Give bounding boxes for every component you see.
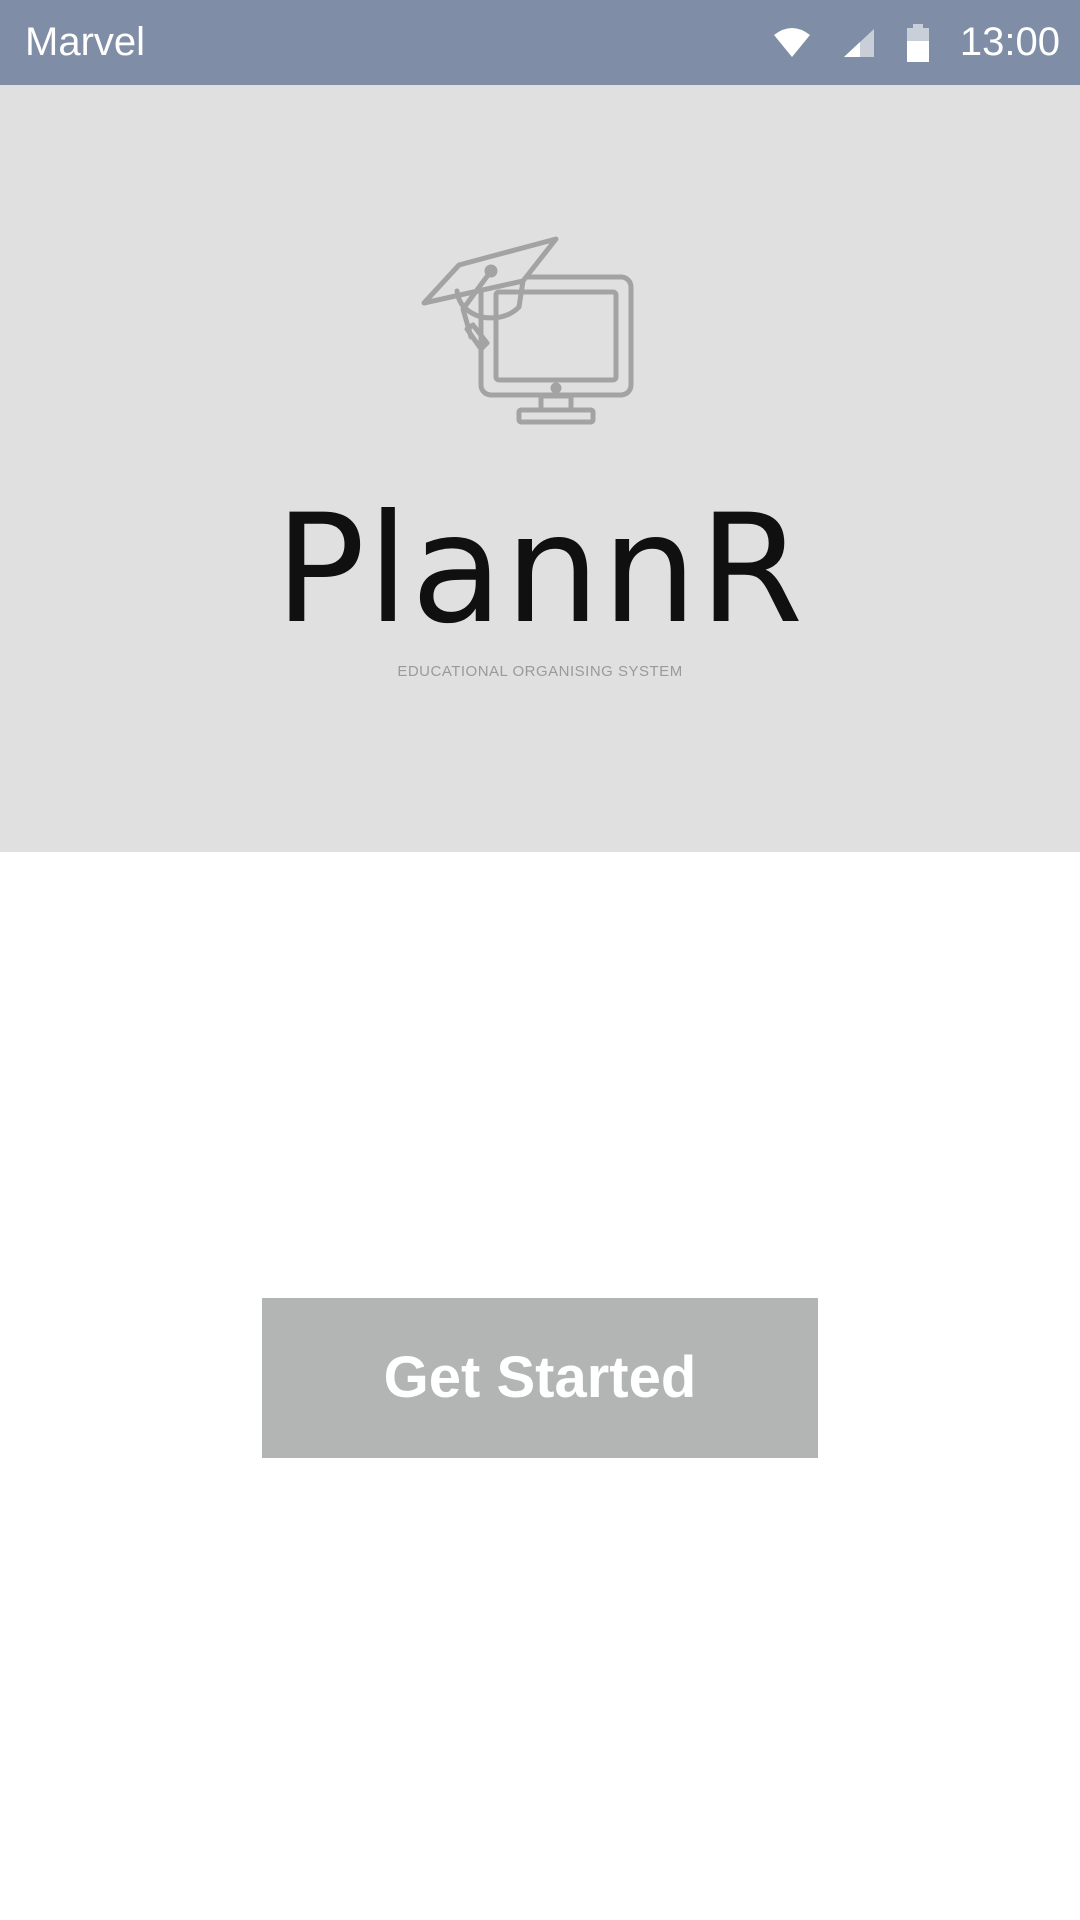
get-started-button[interactable]: Get Started (262, 1298, 818, 1458)
status-time: 13:00 (959, 20, 1060, 64)
status-app-name: Marvel (25, 20, 146, 64)
wifi-icon (772, 27, 812, 59)
cell-signal-icon (842, 27, 876, 59)
app-title: PlannR (274, 483, 806, 657)
app-subtitle: EDUCATIONAL ORGANISING SYSTEM (397, 663, 683, 680)
battery-icon (906, 23, 930, 62)
graduation-cap-monitor-icon (415, 225, 635, 430)
hero-banner: PlannR EDUCATIONAL ORGANISING SYSTEM (0, 85, 1080, 852)
status-icons: 13:00 (772, 0, 1060, 85)
status-bar: Marvel 13:00 (0, 0, 1080, 85)
